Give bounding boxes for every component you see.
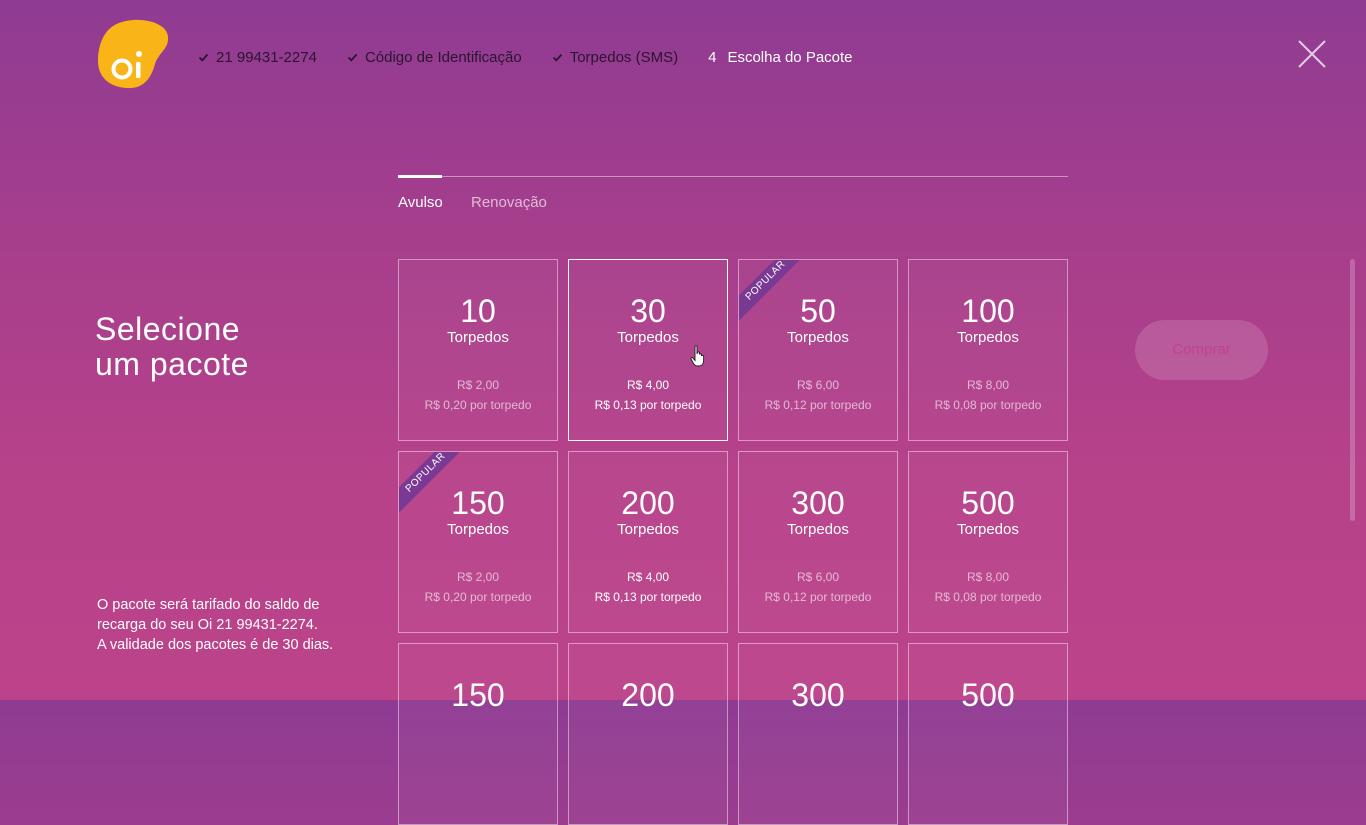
package-card-100[interactable]: 100 Torpedos R$ 8,00 R$ 0,08 por torpedo xyxy=(908,259,1068,441)
package-unit: Torpedos xyxy=(957,329,1019,346)
package-card-10[interactable]: 10 Torpedos R$ 2,00 R$ 0,20 por torpedo xyxy=(398,259,558,441)
package-unit: Torpedos xyxy=(447,329,509,346)
active-tab-indicator xyxy=(398,175,442,178)
package-qty: 30 xyxy=(630,293,666,329)
billing-note: O pacote será tarifado do saldo de recar… xyxy=(97,595,333,655)
step-label: Torpedos (SMS) xyxy=(569,48,679,66)
check-icon xyxy=(347,52,358,63)
package-unit-price: R$ 0,12 por torpedo xyxy=(764,398,872,412)
package-card-200[interactable]: 200 xyxy=(568,643,728,825)
package-unit: Torpedos xyxy=(617,521,679,538)
oi-logo xyxy=(97,19,169,89)
package-qty: 300 xyxy=(791,485,845,521)
package-unit: Torpedos xyxy=(787,329,849,346)
package-unit: Torpedos xyxy=(447,521,509,538)
package-unit-price: R$ 0,12 por torpedo xyxy=(764,590,872,604)
step-label: Escolha do Pacote xyxy=(727,48,853,66)
page-title: Selecione um pacote xyxy=(95,312,249,382)
title-line-2: um pacote xyxy=(95,346,249,382)
package-card-200[interactable]: 200 Torpedos R$ 4,00 R$ 0,13 por torpedo xyxy=(568,451,728,633)
step-identification-code: Código de Identificação xyxy=(347,49,522,66)
package-card-50[interactable]: 50 Torpedos R$ 6,00 R$ 0,12 por torpedo POPU… xyxy=(738,259,898,441)
check-icon xyxy=(552,52,563,63)
package-unit-price: R$ 0,08 por torpedo xyxy=(934,398,1042,412)
package-card-150[interactable]: 150 Torpedos R$ 2,00 R$ 0,20 por torpedo POP… xyxy=(398,451,558,633)
package-unit-price: R$ 0,08 por torpedo xyxy=(934,590,1042,604)
tab-renovacao[interactable]: Renovação xyxy=(471,194,547,211)
buy-button[interactable]: Comprar xyxy=(1135,320,1268,380)
progress-steps: 21 99431-2274 Código de Identificação To… xyxy=(198,47,883,67)
package-qty: 150 xyxy=(451,485,505,521)
close-button[interactable] xyxy=(1296,38,1328,70)
package-unit: Torpedos xyxy=(787,521,849,538)
step-sms: Torpedos (SMS) xyxy=(552,49,678,66)
step-label: 21 99431-2274 xyxy=(216,48,317,66)
package-price: R$ 8,00 xyxy=(966,570,1010,584)
package-price: R$ 2,00 xyxy=(456,378,500,392)
package-qty: 150 xyxy=(451,677,505,713)
package-price: R$ 4,00 xyxy=(626,378,670,392)
package-price: R$ 6,00 xyxy=(796,378,840,392)
package-price: R$ 4,00 xyxy=(626,570,670,584)
close-icon xyxy=(1298,40,1326,68)
check-icon xyxy=(198,52,209,63)
package-qty: 10 xyxy=(460,293,496,329)
step-phone: 21 99431-2274 xyxy=(198,49,317,66)
step-label: Código de Identificação xyxy=(364,48,522,66)
package-qty: 500 xyxy=(961,485,1015,521)
step-choose-package: 4 Escolha do Pacote xyxy=(708,49,852,66)
package-unit-price: R$ 0,20 por torpedo xyxy=(424,398,532,412)
package-card-300[interactable]: 300 Torpedos R$ 6,00 R$ 0,12 por torpedo xyxy=(738,451,898,633)
note-line-3: A validade dos pacotes é de 30 dias. xyxy=(97,637,334,653)
package-unit: Torpedos xyxy=(957,521,1019,538)
package-unit-price: R$ 0,13 por torpedo xyxy=(594,398,702,412)
tabs-divider xyxy=(398,176,1068,177)
package-card-150[interactable]: 150 xyxy=(398,643,558,825)
note-line-2: recarga do seu Oi 21 99431-2274. xyxy=(97,617,318,633)
package-price: R$ 2,00 xyxy=(456,570,500,584)
package-qty: 100 xyxy=(961,293,1015,329)
package-card-300[interactable]: 300 xyxy=(738,643,898,825)
scrollbar[interactable] xyxy=(1350,259,1355,521)
package-qty: 200 xyxy=(621,677,675,713)
step-number: 4 xyxy=(708,48,717,66)
package-qty: 200 xyxy=(621,485,675,521)
tab-avulso[interactable]: Avulso xyxy=(398,194,443,211)
package-card-500[interactable]: 500 xyxy=(908,643,1068,825)
note-line-1: O pacote será tarifado do saldo de xyxy=(97,597,320,613)
title-line-1: Selecione xyxy=(95,311,241,347)
package-qty: 300 xyxy=(791,677,845,713)
package-price: R$ 6,00 xyxy=(796,570,840,584)
package-price: R$ 8,00 xyxy=(966,378,1010,392)
package-card-500[interactable]: 500 Torpedos R$ 8,00 R$ 0,08 por torpedo xyxy=(908,451,1068,633)
package-qty: 50 xyxy=(800,293,836,329)
hand-cursor-icon xyxy=(690,345,706,367)
package-unit-price: R$ 0,13 por torpedo xyxy=(594,590,702,604)
package-unit-price: R$ 0,20 por torpedo xyxy=(424,590,532,604)
package-qty: 500 xyxy=(961,677,1015,713)
